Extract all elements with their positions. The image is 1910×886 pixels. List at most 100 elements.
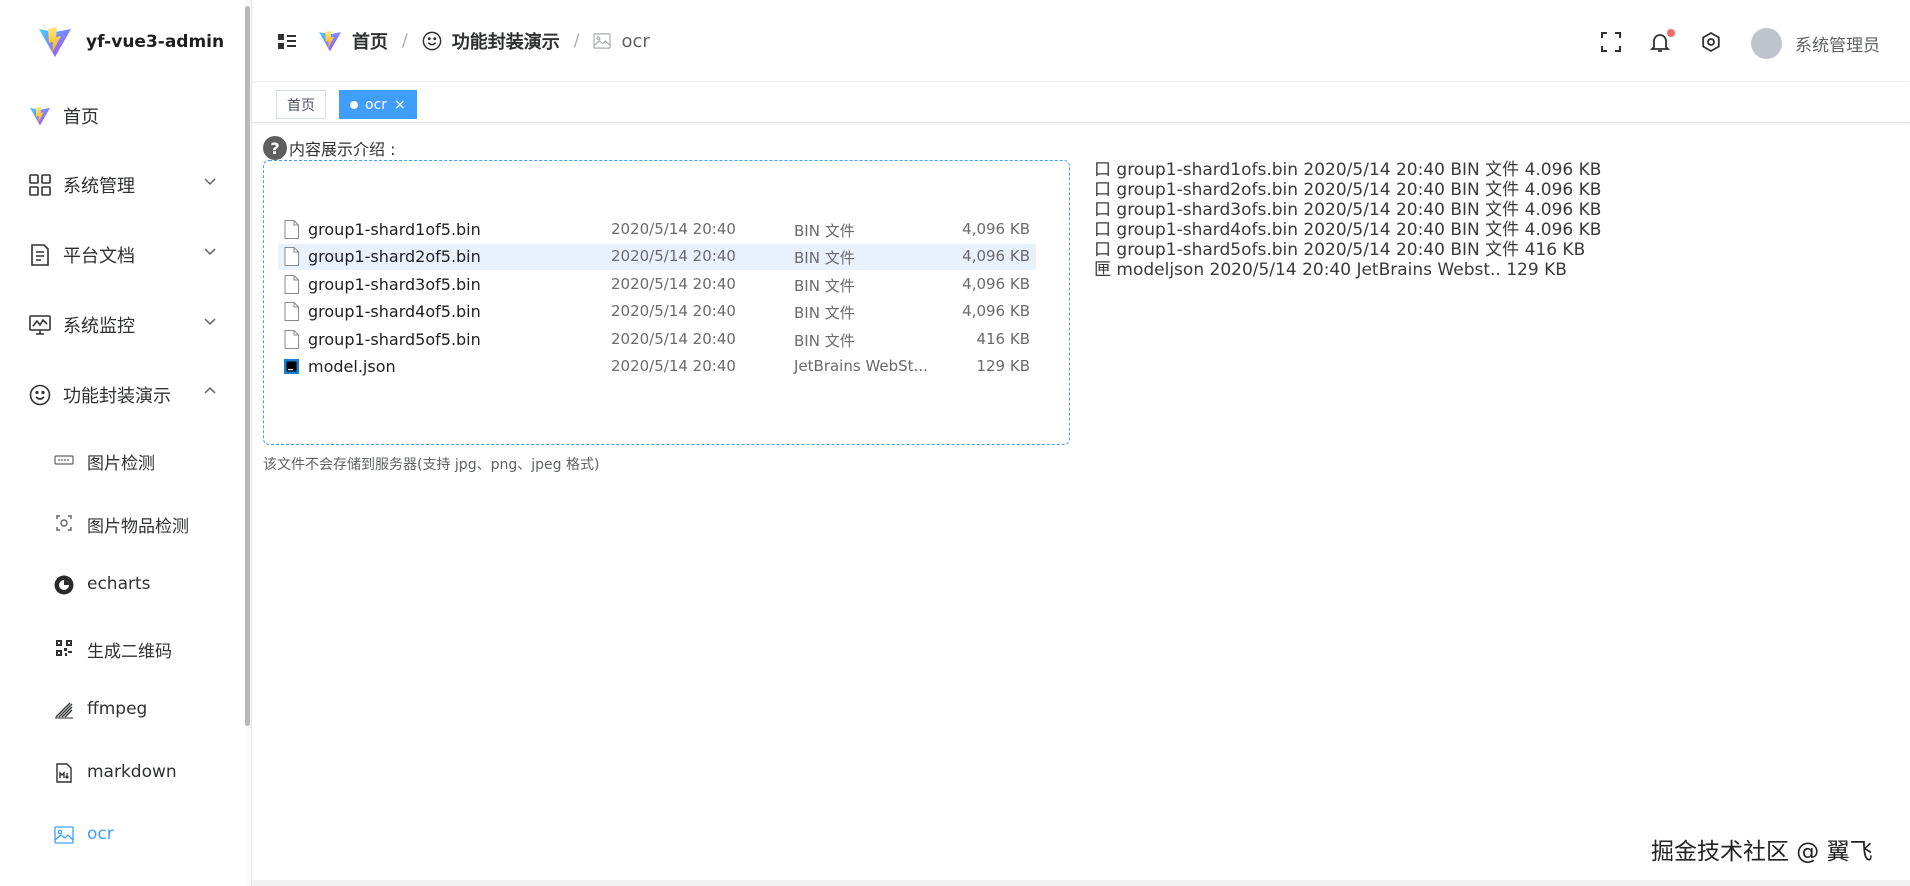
file-icon: [284, 275, 299, 294]
sidebar-item-home[interactable]: 首页: [0, 95, 245, 135]
file-name: group1-shard1of5.bin: [308, 220, 481, 239]
ocr-result-panel: 口 group1-shard1ofs.bin 2020/5/14 20:40 B…: [1094, 160, 1601, 280]
tag-ocr[interactable]: ocr ×: [339, 90, 417, 119]
markdown-icon: [54, 763, 74, 783]
file-name: group1-shard4of5.bin: [308, 302, 481, 321]
ocr-result-line: 口 group1-shard3ofs.bin 2020/5/14 20:40 B…: [1094, 200, 1602, 220]
intro-label: 内容展示介绍 :: [289, 140, 396, 159]
file-name: group1-shard2of5.bin: [308, 247, 481, 266]
file-icon: [284, 330, 299, 349]
tags-view-bar: [252, 83, 1910, 123]
settings-icon[interactable]: [1700, 31, 1722, 53]
sidebar-item-platform-docs[interactable]: 平台文档: [0, 234, 245, 274]
collapse-menu-icon[interactable]: [277, 32, 297, 52]
file-row[interactable]: group1-shard5of5.bin 2020/5/14 20:40 BIN…: [278, 327, 1036, 353]
file-icon: [284, 247, 299, 266]
sidebar: yf-vue3-admin 首页 系统管理 平台文档 系统监控 功能封装演示 图…: [0, 0, 245, 886]
picture-icon: [593, 33, 612, 49]
file-type: BIN 文件: [794, 304, 855, 322]
sidebar-subitem-label: echarts: [87, 574, 151, 594]
file-size: 4,096 KB: [962, 275, 1030, 293]
breadcrumb-home[interactable]: 首页: [318, 28, 388, 54]
image-detect-icon: [54, 450, 74, 470]
file-name: group1-shard5of5.bin: [308, 330, 481, 349]
sidebar-subitem-label: 生成二维码: [87, 642, 172, 662]
file-row[interactable]: group1-shard3of5.bin 2020/5/14 20:40 BIN…: [278, 272, 1036, 298]
file-row[interactable]: group1-shard4of5.bin 2020/5/14 20:40 BIN…: [278, 299, 1036, 325]
sidebar-subitem-echarts[interactable]: echarts: [0, 565, 245, 605]
sidebar-subitem-label: ocr: [87, 824, 114, 844]
sidebar-divider: [251, 0, 252, 886]
smile-icon: [422, 31, 442, 51]
sidebar-item-system-monitor[interactable]: 系统监控: [0, 304, 245, 344]
vite-logo-icon: [319, 30, 341, 52]
breadcrumb: 首页 / 功能封装演示 / ocr: [318, 28, 650, 54]
intro-heading: ? 内容展示介绍 :: [263, 136, 395, 160]
file-size: 4,096 KB: [962, 247, 1030, 265]
file-icon: [284, 220, 299, 239]
breadcrumb-label: 功能封装演示: [451, 32, 560, 53]
file-name: model.json: [308, 357, 396, 376]
breadcrumb-separator: /: [402, 31, 408, 51]
chevron-down-icon: [204, 248, 216, 256]
file-type: BIN 文件: [794, 249, 855, 267]
sidebar-item-label: 系统管理: [63, 176, 135, 197]
sidebar-subitem-markdown[interactable]: markdown: [0, 753, 245, 793]
picture-icon: [54, 825, 74, 845]
sidebar-subitem-object-detect[interactable]: 图片物品检测: [0, 503, 245, 543]
sidebar-item-system-management[interactable]: 系统管理: [0, 164, 245, 204]
close-icon[interactable]: ×: [394, 97, 406, 113]
sidebar-subitem-qrcode[interactable]: 生成二维码: [0, 628, 245, 668]
sidebar-subitem-image-detect[interactable]: 图片检测: [0, 440, 245, 480]
breadcrumb-feature-demos[interactable]: 功能封装演示: [422, 28, 560, 54]
help-icon[interactable]: ?: [263, 136, 287, 160]
bottom-strip: [252, 880, 1910, 886]
file-row[interactable]: model.json 2020/5/14 20:40 JetBrains Web…: [278, 354, 1036, 380]
file-icon: [284, 302, 299, 321]
username[interactable]: 系统管理员: [1795, 31, 1880, 56]
app-title: yf-vue3-admin: [86, 32, 225, 52]
file-row[interactable]: group1-shard2of5.bin 2020/5/14 20:40 BIN…: [278, 244, 1036, 270]
sidebar-item-label: 平台文档: [63, 246, 135, 267]
app-logo[interactable]: yf-vue3-admin: [38, 26, 224, 58]
sidebar-item-feature-demos[interactable]: 功能封装演示: [0, 374, 245, 414]
file-row[interactable]: group1-shard1of5.bin 2020/5/14 20:40 BIN…: [278, 217, 1036, 243]
breadcrumb-separator: /: [573, 31, 580, 51]
notification-badge: [1667, 29, 1675, 37]
file-type: JetBrains WebSt...: [794, 357, 928, 375]
breadcrumb-label: ocr: [621, 30, 650, 52]
avatar[interactable]: [1751, 28, 1782, 59]
chevron-down-icon: [204, 178, 216, 186]
upload-hint: 该文件不会存储到服务器(支持 jpg、png、jpeg 格式): [263, 457, 600, 473]
sidebar-subitem-label: markdown: [87, 762, 177, 782]
file-date: 2020/5/14 20:40: [611, 247, 736, 265]
tag-label: ocr: [365, 96, 388, 113]
webstorm-file-icon: [284, 359, 299, 374]
breadcrumb-ocr: ocr: [593, 30, 650, 52]
sidebar-item-label: 系统监控: [63, 316, 135, 337]
object-detect-icon: [54, 513, 74, 533]
file-date: 2020/5/14 20:40: [611, 220, 736, 238]
file-size: 416 KB: [976, 330, 1030, 348]
sidebar-item-label: 功能封装演示: [63, 386, 171, 407]
document-icon: [28, 243, 52, 267]
file-type: BIN 文件: [794, 277, 855, 295]
file-date: 2020/5/14 20:40: [611, 357, 736, 375]
chevron-up-icon: [204, 386, 216, 394]
file-date: 2020/5/14 20:40: [611, 302, 736, 320]
fullscreen-icon[interactable]: [1600, 31, 1622, 53]
file-size: 4,096 KB: [962, 220, 1030, 238]
ocr-result-line: 口 group1-shard2ofs.bin 2020/5/14 20:40 B…: [1094, 180, 1602, 200]
sidebar-subitem-label: ffmpeg: [87, 699, 148, 719]
sidebar-subitem-ffmpeg[interactable]: ffmpeg: [0, 690, 245, 730]
file-size: 129 KB: [976, 357, 1030, 375]
ocr-result-line: 口 group1-shard4ofs.bin 2020/5/14 20:40 B…: [1094, 220, 1602, 240]
active-dot-icon: [350, 100, 358, 109]
ocr-result-line: 口 group1-shard5ofs.bin 2020/5/14 20:40 B…: [1094, 240, 1586, 260]
sidebar-subitem-ocr[interactable]: ocr: [0, 815, 245, 855]
tag-home[interactable]: 首页: [276, 90, 326, 119]
ocr-result-line: 口 group1-shard1ofs.bin 2020/5/14 20:40 B…: [1094, 160, 1602, 180]
sidebar-scrollbar-thumb[interactable]: [245, 6, 250, 726]
file-type: BIN 文件: [794, 332, 855, 350]
sidebar-subitem-label: 图片物品检测: [87, 517, 189, 537]
